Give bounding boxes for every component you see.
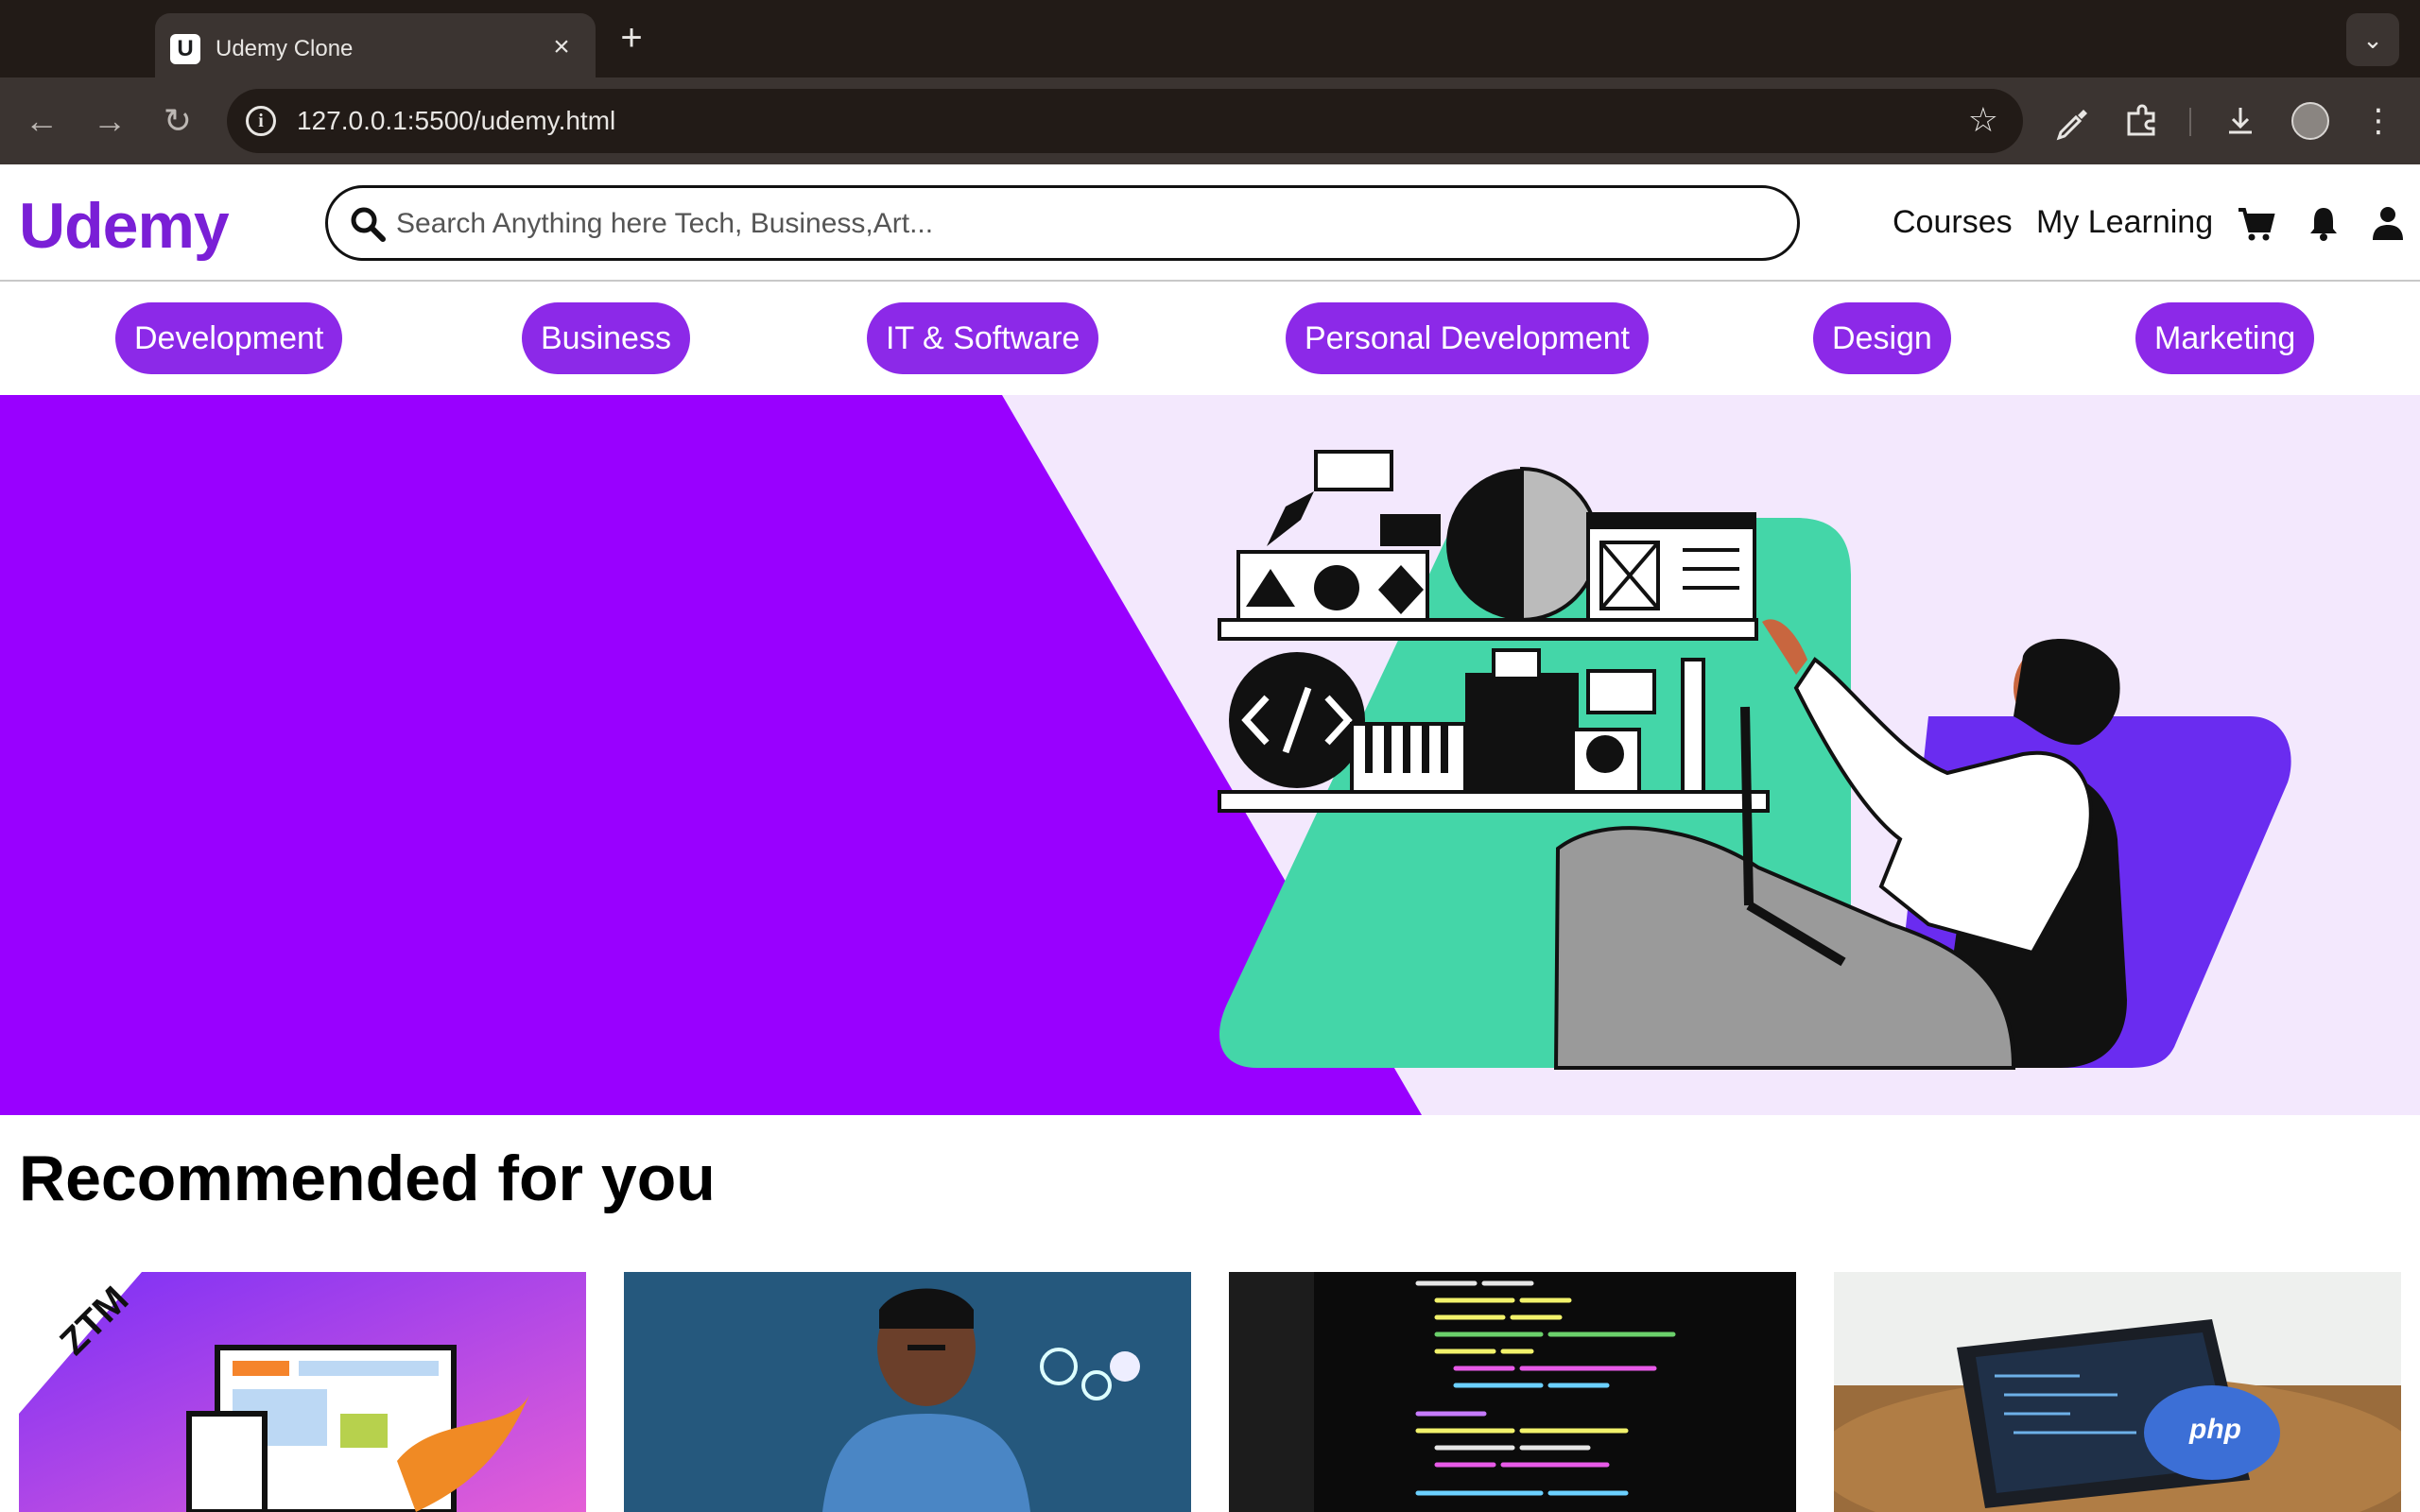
course-card-php[interactable]: php: [1834, 1272, 2401, 1512]
profile-avatar[interactable]: [2291, 102, 2329, 140]
search-icon: [351, 207, 386, 242]
category-business[interactable]: Business: [522, 302, 690, 374]
tab-search-chevron-icon[interactable]: ⌄: [2346, 13, 2399, 66]
bookmark-star-icon[interactable]: ☆: [1968, 100, 1998, 140]
nav-my-learning-link[interactable]: My Learning: [2036, 204, 2213, 241]
nav-courses-link[interactable]: Courses: [1893, 204, 2013, 241]
web-design-course-thumbnail: ZTM: [19, 1272, 586, 1512]
php-laptop-thumbnail: php: [1834, 1272, 2401, 1512]
recommended-title: Recommended for you: [19, 1143, 716, 1214]
reload-icon[interactable]: ↻: [155, 98, 200, 144]
browser-tabstrip: U Udemy Clone × + ⌄: [0, 0, 2420, 77]
developer-smiling-thumbnail: [624, 1272, 1191, 1512]
close-tab-icon[interactable]: ×: [546, 32, 577, 62]
address-bar[interactable]: i 127.0.0.1:5500/udemy.html ☆: [227, 89, 2023, 153]
udemy-logo[interactable]: Udemy: [19, 189, 230, 263]
pen-extension-icon[interactable]: [2048, 96, 2097, 146]
php-badge: php: [2188, 1414, 2241, 1445]
hero-illustration: [0, 395, 2291, 1115]
hero-banner: [0, 395, 2420, 1115]
search-bar[interactable]: [325, 185, 1800, 261]
new-tab-icon[interactable]: +: [613, 19, 650, 57]
category-personal-development[interactable]: Personal Development: [1286, 302, 1649, 374]
course-card-code[interactable]: [1229, 1272, 1796, 1512]
toolbar-divider: [2189, 108, 2191, 136]
user-icon[interactable]: [2367, 202, 2409, 244]
back-arrow-icon[interactable]: ←: [19, 98, 64, 144]
url-text: 127.0.0.1:5500/udemy.html: [297, 106, 616, 135]
category-marketing[interactable]: Marketing: [2135, 302, 2315, 374]
site-info-icon[interactable]: i: [246, 106, 276, 136]
site-header: Udemy Courses My Learning: [0, 164, 2420, 282]
search-input[interactable]: [396, 198, 1776, 250]
forward-arrow-icon[interactable]: →: [87, 98, 132, 144]
category-design[interactable]: Design: [1813, 302, 1951, 374]
code-screen-thumbnail: [1229, 1272, 1796, 1512]
category-it-software[interactable]: IT & Software: [867, 302, 1099, 374]
browser-toolbar: ← → ↻ i 127.0.0.1:5500/udemy.html ☆ ⋮: [0, 77, 2420, 164]
course-card-web-design[interactable]: ZTM: [19, 1272, 586, 1512]
course-card-developer[interactable]: [624, 1272, 1191, 1512]
extensions-puzzle-icon[interactable]: [2118, 96, 2167, 146]
tab-title: Udemy Clone: [216, 36, 354, 61]
bell-icon[interactable]: [2303, 202, 2344, 244]
browser-tab[interactable]: U Udemy Clone ×: [155, 13, 596, 77]
browser-menu-icon[interactable]: ⋮: [2354, 96, 2403, 146]
udemy-favicon-icon: U: [170, 34, 200, 64]
cart-icon[interactable]: [2235, 202, 2276, 244]
category-development[interactable]: Development: [115, 302, 343, 374]
category-bar: Development Business IT & Software Perso…: [0, 282, 2420, 395]
download-icon[interactable]: [2216, 96, 2265, 146]
